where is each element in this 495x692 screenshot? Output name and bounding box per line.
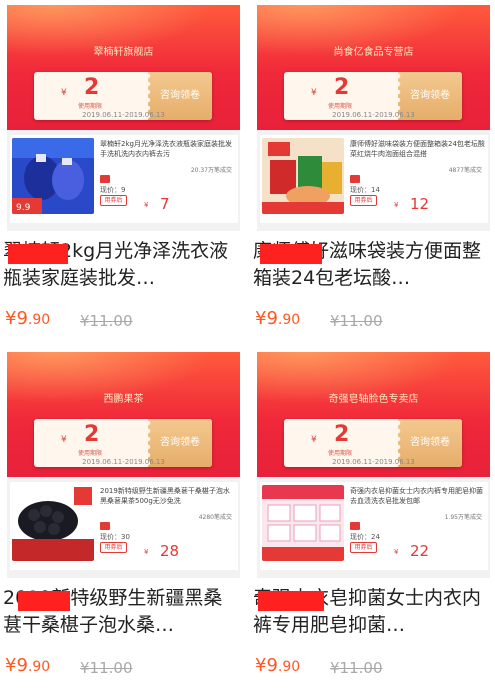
price-integer: 9 bbox=[16, 655, 28, 676]
redaction-mark bbox=[258, 591, 324, 611]
after-coupon-button[interactable]: 用券后 bbox=[100, 195, 127, 206]
product-card[interactable]: 奇强皂轴脸色专卖店 ¥ 2 使用期限 咨询领卷 2019.06.11-2019.… bbox=[250, 347, 490, 692]
price-decimal: .90 bbox=[27, 659, 51, 675]
after-coupon-button[interactable]: 用券后 bbox=[350, 542, 377, 553]
coupon-currency: ¥ bbox=[61, 435, 67, 445]
coupon-currency: ¥ bbox=[61, 88, 67, 98]
original-price: ¥11.00 bbox=[330, 312, 383, 330]
coupon-currency: ¥ bbox=[311, 88, 317, 98]
product-summary[interactable]: 康师傅好滋味袋装方便面整箱装24包老坛酸菜红烧牛肉泡面组合混搭 4877笔成交 … bbox=[260, 135, 488, 223]
tmall-icon bbox=[350, 522, 360, 530]
coupon-amount: 2 bbox=[334, 75, 350, 100]
price-currency: ¥ bbox=[5, 308, 17, 329]
soap-image bbox=[262, 485, 344, 561]
svg-text:9.9: 9.9 bbox=[16, 203, 31, 213]
price-decimal: .90 bbox=[277, 312, 301, 328]
product-image[interactable]: 9.9 bbox=[12, 138, 94, 214]
coupon-date: 2019.06.11-2019.06.13 bbox=[82, 111, 165, 119]
product-short-title: 2019新特级野生新疆黑桑葚干桑椹子泡水黑桑葚果茶500g无沙免洗 bbox=[100, 487, 230, 505]
current-price: 现价：14 bbox=[350, 186, 380, 194]
final-price: 7 bbox=[160, 195, 170, 213]
product-summary[interactable]: 9.9 翠楠轩2kg月光净泽洗衣液瓶装家庭装批发手洗机洗内衣内裤去污 20.37… bbox=[10, 135, 238, 223]
final-currency: ¥ bbox=[394, 548, 399, 556]
coupon-date: 2019.06.11-2019.06.13 bbox=[332, 111, 415, 119]
sales-count: 1.95万笔成交 bbox=[444, 514, 482, 521]
coupon-date: 2019.06.11-2019.06.13 bbox=[82, 458, 165, 466]
shop-name: 奇强皂轴脸色专卖店 bbox=[328, 394, 419, 405]
product-card[interactable]: 翠楠轩旗舰店 ¥ 2 使用期限 咨询领卷 2019.06.11-2019.06.… bbox=[0, 0, 240, 345]
product-grid: 翠楠轩旗舰店 ¥ 2 使用期限 咨询领卷 2019.06.11-2019.06.… bbox=[0, 0, 495, 692]
coupon-banner[interactable]: 尚食亿食品专营店 ¥ 2 使用期限 咨询领卷 2019.06.11-2019.0… bbox=[257, 5, 490, 231]
price-currency: ¥ bbox=[255, 655, 267, 676]
price-decimal: .90 bbox=[277, 659, 301, 675]
product-image[interactable] bbox=[262, 138, 344, 214]
final-currency: ¥ bbox=[144, 201, 149, 209]
original-price: ¥11.00 bbox=[80, 659, 133, 677]
price-integer: 9 bbox=[266, 308, 278, 329]
redaction-mark bbox=[18, 591, 70, 611]
final-currency: ¥ bbox=[144, 548, 149, 556]
price-integer: 9 bbox=[266, 655, 278, 676]
noodle-image bbox=[262, 138, 344, 214]
final-price: 22 bbox=[410, 542, 430, 560]
product-summary[interactable]: 2019新特级野生新疆黑桑葚干桑椹子泡水黑桑葚果茶500g无沙免洗 4280笔成… bbox=[10, 482, 238, 570]
coupon-validity-label: 使用期限 bbox=[328, 103, 353, 110]
final-price: 28 bbox=[160, 542, 180, 560]
final-currency: ¥ bbox=[394, 201, 399, 209]
product-short-title: 康师傅好滋味袋装方便面整箱装24包老坛酸菜红烧牛肉泡面组合混搭 bbox=[350, 140, 485, 158]
original-price: ¥11.00 bbox=[330, 659, 383, 677]
mulberry-image bbox=[12, 485, 94, 561]
current-price: 现价：24 bbox=[350, 533, 380, 541]
tmall-icon bbox=[100, 522, 110, 530]
sale-price: ¥9.90 bbox=[255, 655, 300, 676]
price-currency: ¥ bbox=[5, 655, 17, 676]
coupon-amount: 2 bbox=[84, 75, 100, 100]
coupon-banner[interactable]: 西鹏果茶 ¥ 2 使用期限 咨询领卷 2019.06.11-2019.06.13 bbox=[7, 352, 240, 578]
price-decimal: .90 bbox=[27, 312, 51, 328]
coupon-banner[interactable]: 翠楠轩旗舰店 ¥ 2 使用期限 咨询领卷 2019.06.11-2019.06.… bbox=[7, 5, 240, 231]
detergent-image: 9.9 bbox=[12, 138, 94, 214]
redaction-mark bbox=[260, 244, 322, 264]
sale-price: ¥9.90 bbox=[5, 655, 50, 676]
product-card[interactable]: 尚食亿食品专营店 ¥ 2 使用期限 咨询领卷 2019.06.11-2019.0… bbox=[250, 0, 490, 345]
coupon-validity-label: 使用期限 bbox=[78, 103, 103, 110]
product-summary[interactable]: 奇强内衣皂抑菌女士内衣内裤专用肥皂抑菌去血渍洗衣皂批发包邮 1.95万笔成交 现… bbox=[260, 482, 488, 570]
final-price: 12 bbox=[410, 195, 430, 213]
coupon-amount: 2 bbox=[84, 422, 100, 447]
tmall-icon bbox=[100, 175, 110, 183]
redaction-mark bbox=[8, 244, 68, 264]
coupon-currency: ¥ bbox=[311, 435, 317, 445]
product-short-title: 奇强内衣皂抑菌女士内衣内裤专用肥皂抑菌去血渍洗衣皂批发包邮 bbox=[350, 487, 483, 505]
after-coupon-button[interactable]: 用券后 bbox=[100, 542, 127, 553]
tmall-icon bbox=[350, 175, 360, 183]
shop-name: 尚食亿食品专营店 bbox=[333, 47, 414, 58]
sale-price: ¥9.90 bbox=[5, 308, 50, 329]
product-short-title: 翠楠轩2kg月光净泽洗衣液瓶装家庭装批发手洗机洗内衣内裤去污 bbox=[100, 140, 232, 158]
sale-price: ¥9.90 bbox=[255, 308, 300, 329]
price-integer: 9 bbox=[16, 308, 28, 329]
shop-name: 翠楠轩旗舰店 bbox=[93, 47, 154, 58]
current-price: 现价：9 bbox=[100, 186, 126, 194]
sales-count: 20.37万笔成交 bbox=[190, 167, 232, 174]
product-image[interactable] bbox=[262, 485, 344, 561]
product-card[interactable]: 西鹏果茶 ¥ 2 使用期限 咨询领卷 2019.06.11-2019.06.13 bbox=[0, 347, 240, 692]
shop-name: 西鹏果茶 bbox=[103, 394, 144, 405]
after-coupon-button[interactable]: 用券后 bbox=[350, 195, 377, 206]
coupon-validity-label: 使用期限 bbox=[78, 450, 103, 457]
coupon-date: 2019.06.11-2019.06.13 bbox=[332, 458, 415, 466]
coupon-validity-label: 使用期限 bbox=[328, 450, 353, 457]
price-currency: ¥ bbox=[255, 308, 267, 329]
coupon-banner[interactable]: 奇强皂轴脸色专卖店 ¥ 2 使用期限 咨询领卷 2019.06.11-2019.… bbox=[257, 352, 490, 578]
product-image[interactable] bbox=[12, 485, 94, 561]
current-price: 现价：30 bbox=[100, 533, 130, 541]
sales-count: 4877笔成交 bbox=[448, 167, 482, 174]
sales-count: 4280笔成交 bbox=[198, 514, 232, 521]
original-price: ¥11.00 bbox=[80, 312, 133, 330]
coupon-amount: 2 bbox=[334, 422, 350, 447]
